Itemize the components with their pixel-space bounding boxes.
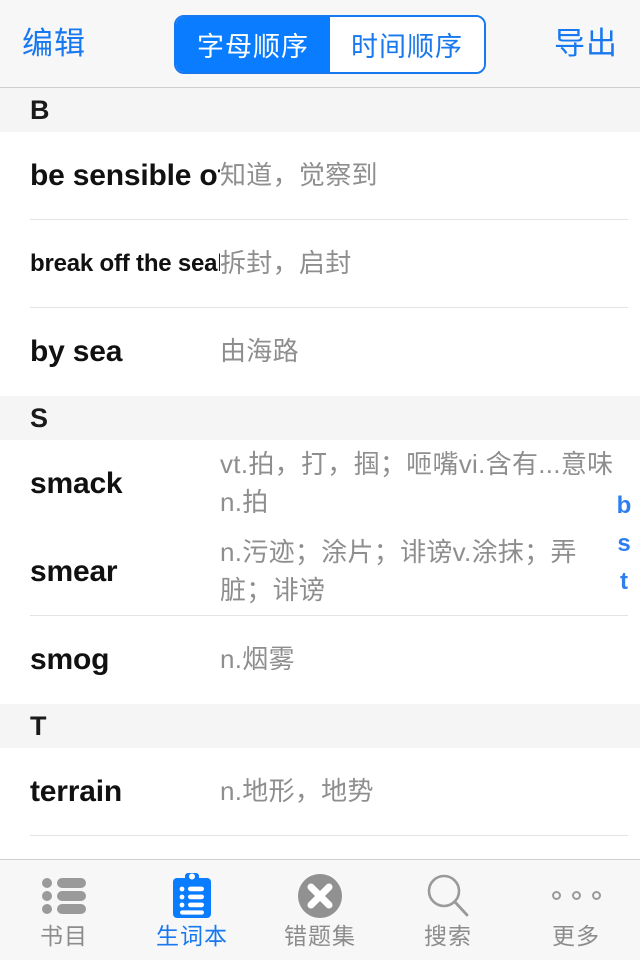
row-definition: n.烟雾 — [220, 644, 295, 675]
x-circle-icon — [294, 873, 346, 919]
row-word: terrain — [30, 774, 122, 808]
row-word: be sensible of — [30, 158, 220, 192]
section-index-letter-b[interactable]: b — [617, 494, 632, 518]
ellipsis-icon — [550, 873, 602, 919]
list-icon — [38, 873, 90, 919]
clipboard-icon — [166, 872, 218, 919]
row-word: smear — [30, 554, 118, 588]
row-definition: n.污迹；涂片；诽谤v.涂抹；弄 脏；诽谤 — [220, 537, 577, 605]
edit-button[interactable]: 编辑 — [22, 28, 86, 59]
row-definition: 由海路 — [220, 336, 299, 367]
bottom-tab-bar: 书目 生词本 错题集 搜索 更多 — [0, 859, 640, 960]
section-index-letter-t[interactable]: t — [620, 570, 628, 594]
export-button[interactable]: 导出 — [554, 28, 618, 59]
tab-wrong-answers[interactable]: 错题集 — [256, 860, 384, 960]
tab-catalog[interactable]: 书目 — [0, 860, 128, 960]
tab-label: 错题集 — [284, 922, 356, 949]
table-row[interactable]: by sea 由海路 — [0, 308, 640, 396]
tab-label: 更多 — [552, 922, 600, 949]
table-row[interactable]: terrain n.地形，地势 — [0, 748, 640, 836]
tab-label: 书目 — [40, 922, 88, 949]
top-navigation-bar: 编辑 字母顺序 时间顺序 导出 — [0, 0, 640, 88]
section-header-b: B — [0, 88, 640, 132]
tab-label: 生词本 — [156, 922, 228, 949]
row-word: smog — [30, 642, 110, 676]
section-header-s: S — [0, 396, 640, 440]
sort-segmented-control[interactable]: 字母顺序 时间顺序 — [174, 15, 486, 74]
app-screen: 编辑 字母顺序 时间顺序 导出 B be sensible of 知道，觉察到 … — [0, 0, 640, 960]
row-word: smack — [30, 466, 123, 500]
row-definition: n.地形，地势 — [220, 776, 374, 807]
row-definition: 知道，觉察到 — [220, 160, 378, 191]
table-row[interactable]: smear n.污迹；涂片；诽谤v.涂抹；弄 脏；诽谤 — [0, 528, 640, 616]
table-row[interactable]: break off the seal 拆封，启封 — [0, 220, 640, 308]
section-index-letter-s[interactable]: s — [617, 532, 630, 556]
segment-chronological[interactable]: 时间顺序 — [330, 17, 484, 72]
table-row[interactable]: be sensible of 知道，觉察到 — [0, 132, 640, 220]
row-word: by sea — [30, 334, 123, 368]
tab-more[interactable]: 更多 — [512, 860, 640, 960]
vocabulary-list: B be sensible of 知道，觉察到 break off the se… — [0, 88, 640, 836]
table-row[interactable]: smog n.烟雾 — [0, 616, 640, 704]
row-word: break off the seal — [30, 250, 220, 278]
segment-alphabetical[interactable]: 字母顺序 — [176, 17, 330, 72]
vocabulary-list-scroll[interactable]: B be sensible of 知道，觉察到 break off the se… — [0, 88, 640, 859]
row-definition: vt.拍，打，掴；咂嘴vi.含有...意味 n.拍 — [220, 449, 614, 517]
section-header-t: T — [0, 704, 640, 748]
search-icon — [422, 873, 474, 919]
tab-search[interactable]: 搜索 — [384, 860, 512, 960]
table-row[interactable]: smack vt.拍，打，掴；咂嘴vi.含有...意味 n.拍 — [0, 440, 640, 528]
section-index-bar[interactable]: b s t — [612, 494, 636, 594]
row-definition: 拆封，启封 — [220, 248, 352, 279]
tab-label: 搜索 — [424, 922, 472, 949]
tab-vocabulary-book[interactable]: 生词本 — [128, 860, 256, 960]
